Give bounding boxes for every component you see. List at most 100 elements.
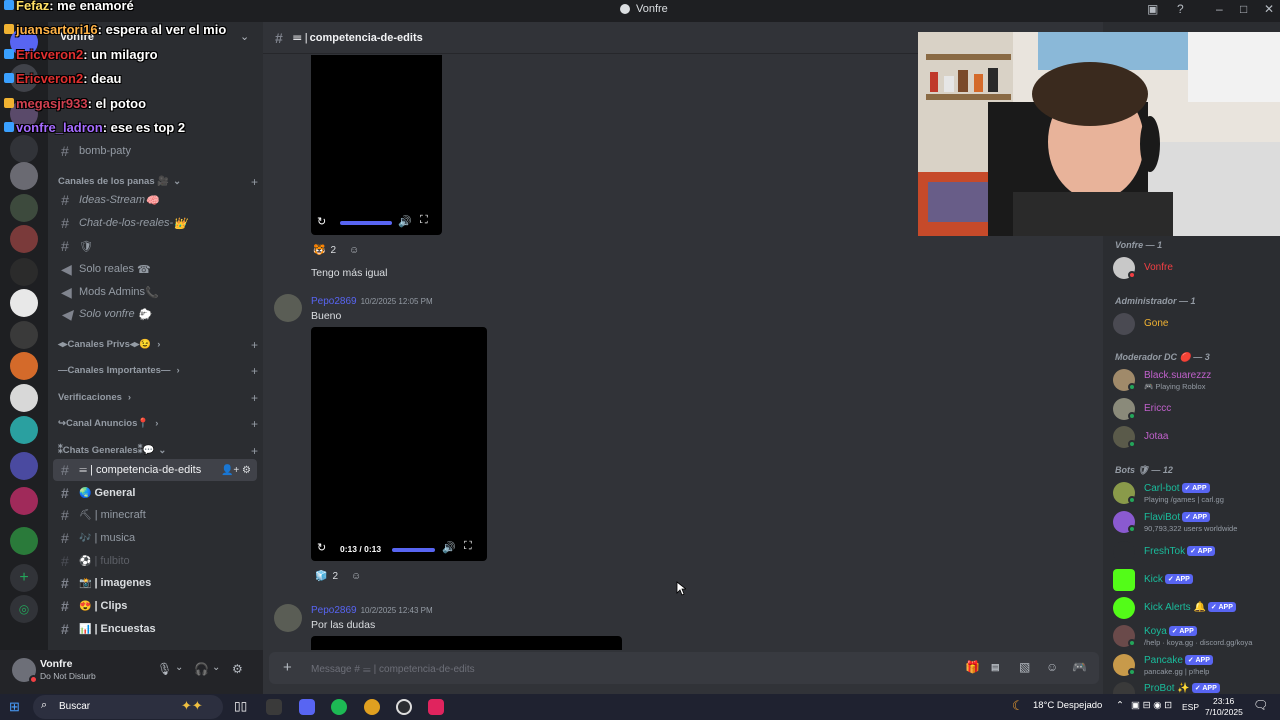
voice-channel-mods-admins[interactable]: ◀ Mods Admins 📞 [53,281,257,303]
message-author[interactable]: Pepo2869 10/2/2025 12:05 PM [311,296,433,307]
message-input[interactable]: + Message # 𝍢 | competencia-de-edits 🎁 ▤… [269,652,1099,684]
progress-bar[interactable] [340,221,392,225]
member-item[interactable]: Carl-bot ✓ APP Playing /games | carl.gg [1113,480,1278,506]
member-item[interactable]: FreshTok ✓ APP [1113,539,1278,565]
channel-shield[interactable]: # 🛡 [53,235,257,257]
video-player[interactable] [311,636,622,650]
server-icon[interactable] [10,289,38,317]
spotify-app-icon[interactable] [331,699,347,715]
channel-ideas-stream[interactable]: # Ideas-Stream 🧠 [53,189,257,211]
add-channel-icon[interactable]: + [251,391,258,405]
server-icon[interactable] [10,162,38,190]
server-icon[interactable] [10,527,38,555]
language-indicator[interactable]: ESP [1182,702,1199,712]
task-view-icon[interactable]: ▯▯ [234,699,247,713]
clock-time[interactable]: 23:16 [1213,696,1234,706]
gif-icon[interactable]: ▤ [991,662,1000,673]
app-icon[interactable] [396,699,412,715]
member-item[interactable]: Kick ✓ APP [1113,567,1278,593]
discord-app-icon[interactable] [299,699,315,715]
member-item[interactable]: Pancake ✓ APP pancake.gg | p!help [1113,652,1278,678]
reaction[interactable]: 🧊 2 ☺ [315,566,361,586]
attach-plus-icon[interactable]: + [283,659,292,676]
notification-icon[interactable]: 🗨 [1253,698,1268,712]
emoji-icon[interactable]: ☺ [1046,660,1058,674]
channel-clips[interactable]: # 😍 | Clips [53,595,257,617]
avatar[interactable] [274,604,302,632]
add-channel-icon[interactable]: + [251,417,258,431]
add-channel-icon[interactable]: + [251,338,258,352]
video-player[interactable]: ↻ 0:13 / 0:13 🔊 ⛶ [311,327,487,561]
server-icon[interactable] [10,384,38,412]
fullscreen-icon[interactable]: ⛶ [420,214,428,227]
microphone-icon[interactable]: 🎙 [157,662,172,676]
channel-fulbito[interactable]: # ⚽ | fulbito [53,550,257,572]
chevron-down-icon[interactable]: ⌄ [212,662,220,673]
member-item[interactable]: FlaviBot ✓ APP 90,793,322 users worldwide [1113,509,1278,535]
reaction[interactable]: 🐯 2 ☺ [313,240,359,260]
member-item[interactable]: Black.suarezzz 🎮 Playing Roblox [1113,367,1278,393]
category-canales-panas[interactable]: Canales de los panas 🎥 ⌄ + [58,175,258,189]
maximize-button[interactable]: □ [1240,2,1247,16]
add-channel-icon[interactable]: + [251,444,258,458]
add-reaction-icon[interactable]: ☺ [351,571,361,582]
add-channel-icon[interactable]: + [251,364,258,378]
channel-encuestas[interactable]: # 📊 | Encuestas [53,618,257,640]
server-icon[interactable] [10,194,38,222]
message-author[interactable]: Pepo2869 10/2/2025 12:43 PM [311,605,433,616]
category-verificaciones[interactable]: Verificaciones › + [58,391,258,405]
member-item[interactable]: Gone [1113,311,1278,337]
volume-icon[interactable]: 🔊 [442,541,456,554]
channel-general[interactable]: # 🌏 General [53,482,257,504]
help-icon[interactable]: ? [1177,2,1184,16]
voice-channel-solo-vonfre[interactable]: ◀ Solo vonfre 🐑 [53,303,257,325]
channel-minecraft[interactable]: # ⛏ | minecraft [53,504,257,526]
volume-icon[interactable]: 🔊 [398,215,412,228]
chevron-up-icon[interactable]: ⌃ [1116,700,1124,711]
headphones-icon[interactable]: 🎧 [194,662,209,676]
replay-icon[interactable]: ↻ [317,215,326,228]
category-canal-anuncios[interactable]: ↪Canal Anuncios📍 › + [58,417,258,431]
minimize-button[interactable]: – [1216,2,1223,16]
server-icon[interactable] [10,321,38,349]
category-chats-generales[interactable]: ⁑Chats Generales⁑💬 ⌄ + [58,444,258,458]
close-button[interactable]: ✕ [1264,2,1274,16]
tiktok-app-icon[interactable] [428,699,444,715]
video-player[interactable]: ↻ 🔊 ⛶ [311,55,442,235]
user-name[interactable]: Vonfre [40,658,72,670]
channel-settings-icons[interactable]: 👤+ ⚙ [221,465,251,476]
fullscreen-icon[interactable]: ⛶ [464,540,472,553]
server-icon[interactable] [10,225,38,253]
member-item[interactable]: ProBot ✨ ✓ APP [1113,680,1278,694]
weather-text[interactable]: 18°C Despejado [1033,700,1102,711]
server-folder[interactable] [10,452,38,480]
add-server-icon[interactable]: + [10,564,38,592]
channel-competencia-de-edits[interactable]: # 𝍢 | competencia-de-edits 👤+ ⚙ [53,459,257,481]
app-icon[interactable] [266,699,282,715]
voice-channel-solo-reales[interactable]: ◀ Solo reales ☎ [53,258,257,280]
member-item[interactable]: Koya ✓ APP /help · koya.gg · discord.gg/k… [1113,623,1278,649]
channel-musica[interactable]: # 🎶 | musica [53,527,257,549]
clock-date[interactable]: 7/10/2025 [1205,707,1243,717]
member-item[interactable]: Vonfre [1113,255,1278,281]
server-icon[interactable] [10,416,38,444]
replay-icon[interactable]: ↻ [317,541,326,554]
channel-bomb-paty[interactable]: # bomb-paty [53,140,257,162]
chrome-app-icon[interactable] [364,699,380,715]
taskbar-search[interactable]: ⌕ Buscar ✦✦ [33,695,223,719]
server-icon[interactable] [10,258,38,286]
server-icon[interactable] [10,352,38,380]
avatar[interactable] [274,294,302,322]
chevron-down-icon[interactable]: ⌄ [175,662,183,673]
category-canales-importantes[interactable]: —Canales Importantes— › + [58,364,258,378]
channel-imagenes[interactable]: # 📸 | imagenes [53,572,257,594]
channel-chat-de-los-reales[interactable]: # Chat-de-los-reales- 👑 [53,212,257,234]
add-reaction-icon[interactable]: ☺ [349,245,359,256]
windows-start-icon[interactable]: ⊞ [9,699,20,715]
discover-icon[interactable]: ◎ [10,595,38,623]
tray-icons[interactable]: ▣ ⊟ ◉ ⊡ [1131,700,1172,711]
member-item[interactable]: Jotaa [1113,424,1278,450]
gift-icon[interactable]: 🎁 [965,660,980,674]
member-item[interactable]: Kick Alerts 🔔 ✓ APP [1113,595,1278,621]
activities-icon[interactable]: 🎮 [1072,660,1087,674]
